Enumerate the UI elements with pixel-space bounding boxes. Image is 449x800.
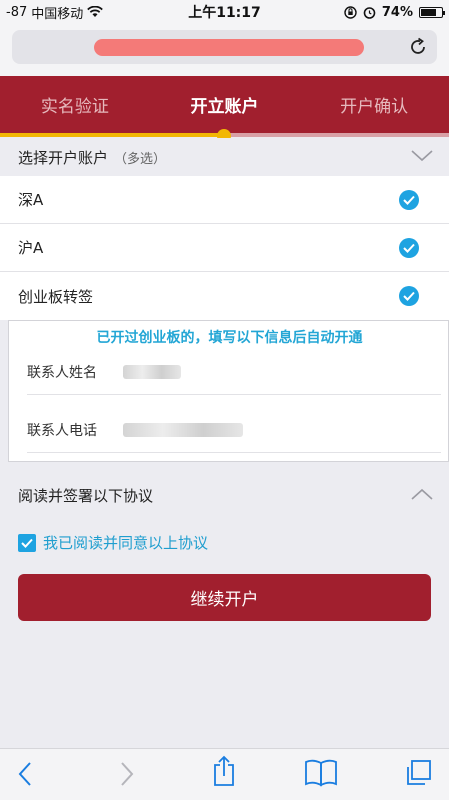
- account-item-label: 深A: [18, 191, 44, 209]
- step-confirm-account: 开户确认: [340, 97, 409, 117]
- contact-name-row[interactable]: 联系人姓名: [27, 349, 441, 395]
- contact-info-panel: 已开过创业板的，填写以下信息后自动开通 联系人姓名 联系人电话: [8, 320, 449, 462]
- agreement-section-title: 阅读并签署以下协议: [18, 486, 154, 505]
- share-icon[interactable]: [212, 755, 236, 787]
- contact-phone-row[interactable]: 联系人电话: [27, 407, 441, 453]
- alarm-icon: [363, 6, 376, 19]
- contact-phone-input[interactable]: [123, 422, 243, 437]
- account-item-sz-a[interactable]: 深A: [0, 176, 449, 224]
- address-bar[interactable]: [12, 30, 437, 64]
- battery-icon: [419, 6, 445, 18]
- status-bar: -87 中国移动 上午11:17 74%: [0, 0, 449, 24]
- agree-terms-checkbox[interactable]: 我已阅读并同意以上协议: [18, 532, 208, 553]
- step-indicator: 实名验证 开立账户 开户确认: [0, 76, 449, 133]
- agree-terms-label[interactable]: 我已阅读并同意以上协议: [43, 532, 208, 553]
- bookmarks-icon[interactable]: [304, 759, 338, 787]
- signal-strength: -87: [6, 4, 28, 20]
- reload-icon[interactable]: [407, 36, 429, 58]
- accounts-section-title: 选择开户账户: [18, 148, 109, 167]
- contact-name-input[interactable]: [123, 364, 181, 379]
- checkbox-icon[interactable]: [18, 533, 36, 552]
- account-item-sh-a[interactable]: 沪A: [0, 224, 449, 272]
- wifi-icon: [87, 6, 104, 17]
- carrier-name: 中国移动: [31, 6, 84, 22]
- agreement-section-header[interactable]: 阅读并签署以下协议: [0, 476, 449, 514]
- accounts-section-header[interactable]: 选择开户账户 （多选）: [0, 138, 449, 176]
- battery-percent: 74%: [381, 4, 413, 20]
- contact-phone-label: 联系人电话: [27, 422, 97, 439]
- forward-icon[interactable]: [116, 761, 136, 787]
- chevron-down-icon[interactable]: [411, 148, 433, 164]
- chevron-up-icon[interactable]: [411, 486, 433, 502]
- checkmark-icon[interactable]: [399, 190, 419, 210]
- account-item-label: 沪A: [18, 239, 44, 257]
- rotation-lock-icon: [344, 5, 357, 19]
- accounts-section-hint: （多选）: [114, 151, 167, 167]
- tabs-icon[interactable]: [404, 759, 432, 787]
- contact-notice: 已开过创业板的，填写以下信息后自动开通: [96, 330, 363, 346]
- checkmark-icon[interactable]: [399, 238, 419, 258]
- contact-name-label: 联系人姓名: [27, 364, 97, 381]
- account-list: 深A 沪A 创业板转签: [0, 176, 449, 320]
- status-time: 上午11:17: [188, 5, 261, 21]
- checkmark-icon[interactable]: [399, 286, 419, 306]
- continue-button[interactable]: 继续开户: [18, 574, 431, 621]
- step-open-account: 开立账户: [190, 97, 259, 117]
- account-item-label: 创业板转签: [18, 287, 94, 306]
- account-item-gem-transfer[interactable]: 创业板转签: [0, 272, 449, 320]
- back-icon[interactable]: [16, 761, 36, 787]
- step-verify-identity: 实名验证: [40, 97, 109, 117]
- redacted-url: [94, 39, 364, 56]
- browser-toolbar: [0, 748, 449, 800]
- browser-address-area: [0, 24, 449, 76]
